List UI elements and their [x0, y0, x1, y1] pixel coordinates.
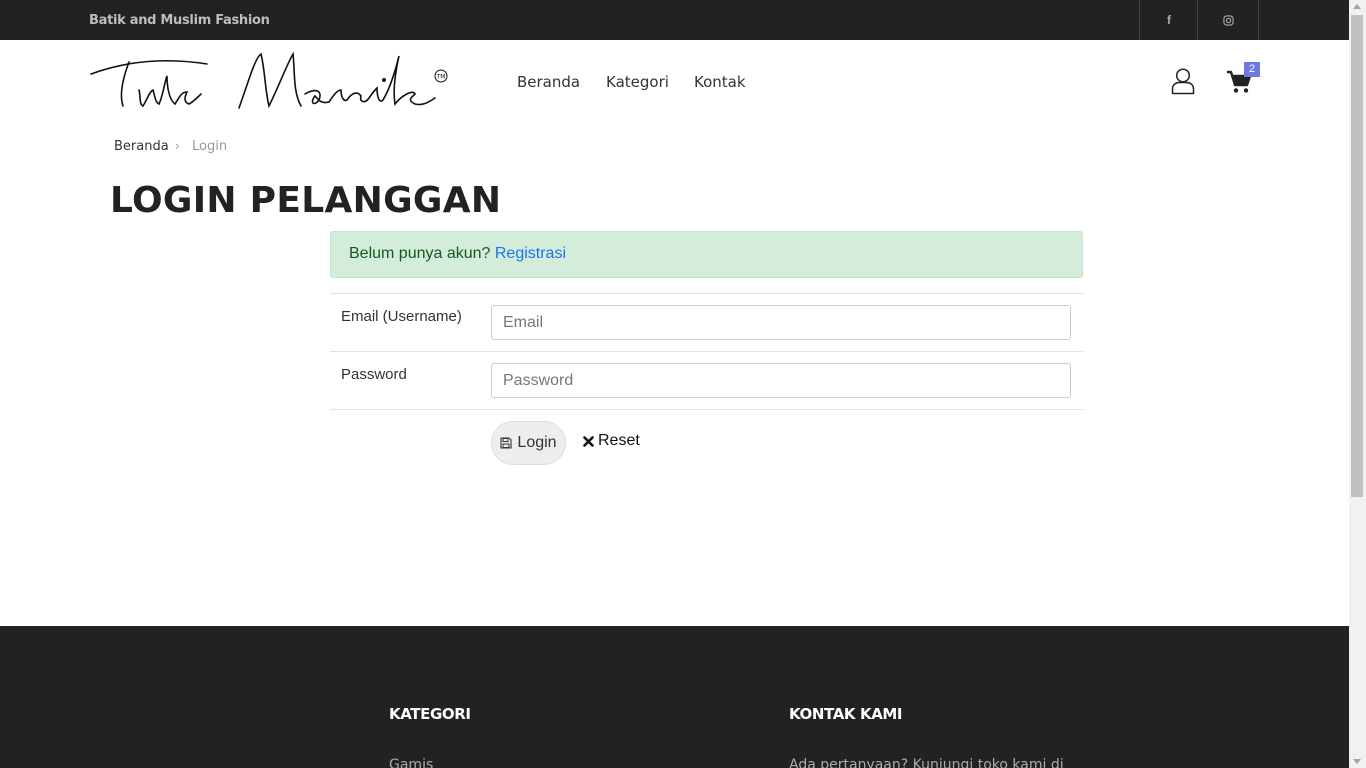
- logo-link[interactable]: TM: [89, 50, 451, 114]
- save-icon: [500, 437, 512, 449]
- nav-home[interactable]: Beranda: [517, 73, 580, 91]
- instagram-icon: [1222, 14, 1234, 26]
- page-title: LOGIN PELANGGAN: [110, 180, 502, 221]
- breadcrumb-current: Login: [192, 139, 228, 154]
- close-icon: [583, 435, 594, 447]
- divider: [330, 293, 1083, 294]
- scroll-up-arrow-icon[interactable]: [1353, 4, 1361, 9]
- email-label: Email (Username): [341, 308, 462, 325]
- footer: [0, 626, 1349, 768]
- footer-category-heading: KATEGORI: [389, 705, 471, 723]
- chevron-right-icon: ›: [175, 138, 180, 153]
- alert-text: Belum punya akun?: [349, 245, 495, 262]
- scroll-down-arrow-icon[interactable]: [1353, 759, 1361, 764]
- nav-contact[interactable]: Kontak: [694, 73, 746, 91]
- divider: [330, 409, 1083, 410]
- register-link[interactable]: Registrasi: [495, 245, 566, 262]
- account-button[interactable]: [1170, 67, 1196, 95]
- password-field[interactable]: [491, 363, 1071, 398]
- scrollbar[interactable]: [1349, 0, 1366, 768]
- reset-button[interactable]: Reset: [583, 432, 640, 450]
- email-field[interactable]: [491, 305, 1071, 340]
- nav-category[interactable]: Kategori: [606, 73, 669, 91]
- user-icon: [1171, 68, 1195, 95]
- login-label: Login: [517, 434, 557, 451]
- cart-count-badge: 2: [1244, 62, 1260, 77]
- footer-contact-text: Ada pertanyaan? Kunjungi toko kami di: [789, 757, 1064, 768]
- facebook-icon: f: [1167, 13, 1171, 27]
- logo: TM: [90, 51, 448, 109]
- facebook-link[interactable]: f: [1139, 0, 1198, 40]
- scroll-thumb[interactable]: [1351, 15, 1363, 497]
- password-label: Password: [341, 366, 407, 383]
- trademark-mark: TM: [436, 74, 446, 81]
- footer-category-link[interactable]: Gamis: [389, 757, 433, 768]
- instagram-link[interactable]: [1197, 0, 1259, 40]
- reset-label: Reset: [598, 432, 640, 449]
- divider: [330, 351, 1083, 352]
- login-button[interactable]: Login: [491, 421, 566, 465]
- footer-contact-heading: KONTAK KAMI: [789, 705, 903, 723]
- top-bar: Batik and Muslim Fashion f: [0, 0, 1349, 40]
- register-alert: Belum punya akun? Registrasi: [330, 231, 1083, 278]
- tagline: Batik and Muslim Fashion: [89, 13, 270, 28]
- breadcrumb-home[interactable]: Beranda: [114, 139, 169, 154]
